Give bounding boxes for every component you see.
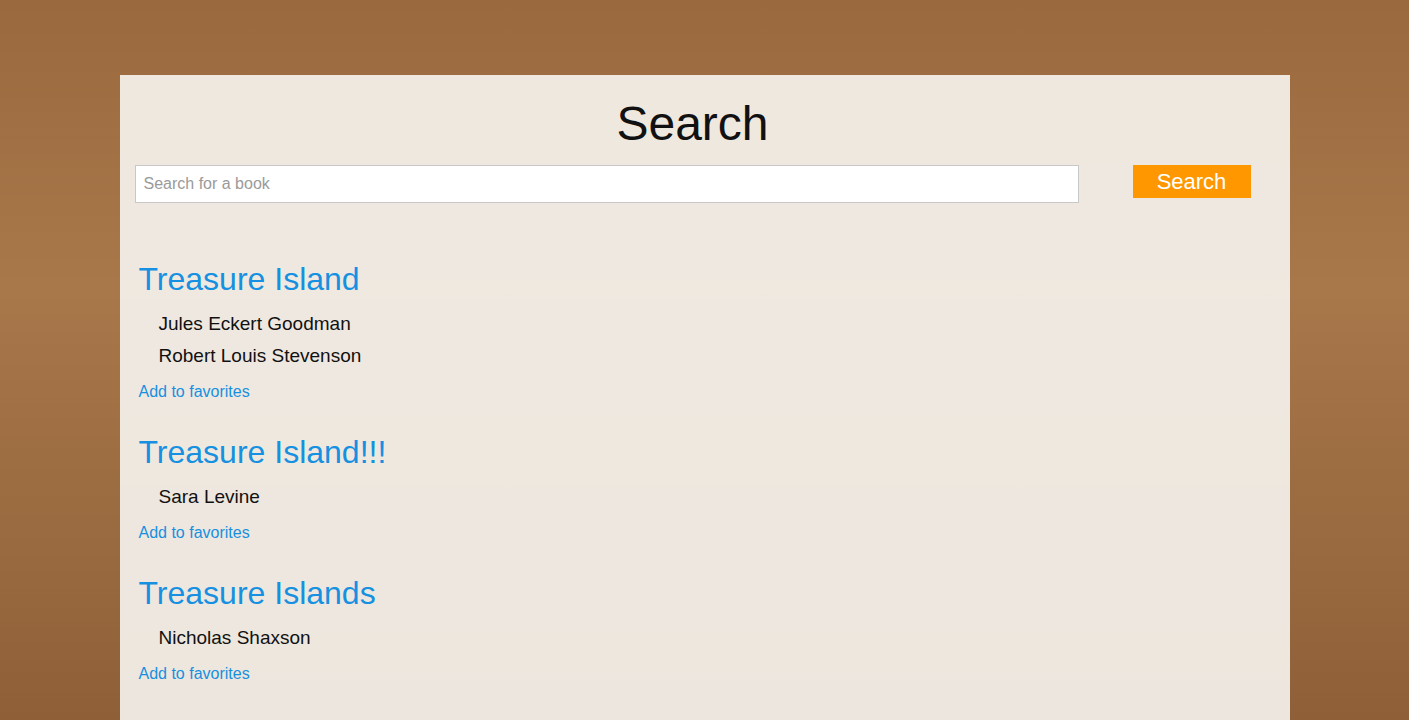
add-to-favorites-link[interactable]: Add to favorites	[139, 381, 250, 403]
search-button[interactable]: Search	[1133, 165, 1251, 198]
author-list: Sara Levine	[139, 481, 260, 513]
add-to-favorites-link[interactable]: Add to favorites	[139, 663, 250, 685]
result-list: Treasure Island Jules Eckert GoodmanRober…	[135, 259, 1251, 685]
add-to-favorites-link[interactable]: Add to favorites	[139, 522, 250, 544]
result-title[interactable]: Treasure Island	[139, 259, 360, 299]
search-bar: Search	[135, 165, 1251, 203]
result-title[interactable]: Treasure Islands	[139, 573, 376, 613]
author-list: Jules Eckert GoodmanRobert Louis Stevens…	[139, 308, 362, 372]
search-input[interactable]	[135, 165, 1079, 203]
bookshelf-background: Search Search Treasure Island Jules Eckert …	[0, 0, 1409, 720]
author-list: Nicholas Shaxson	[139, 622, 311, 654]
author-name: Jules Eckert Goodman	[159, 308, 362, 340]
result-item: Treasure Islands Nicholas Shaxson Add to f…	[139, 573, 1251, 685]
search-panel: Search Search Treasure Island Jules Eckert …	[120, 75, 1290, 720]
author-name: Robert Louis Stevenson	[159, 340, 362, 372]
result-title[interactable]: Treasure Island!!!	[139, 432, 387, 472]
page-title: Search	[135, 96, 1251, 152]
author-name: Sara Levine	[159, 481, 260, 513]
author-name: Nicholas Shaxson	[159, 622, 311, 654]
result-item: Treasure Island!!! Sara Levine Add to favo…	[139, 432, 1251, 544]
result-item: Treasure Island Jules Eckert GoodmanRober…	[139, 259, 1251, 403]
